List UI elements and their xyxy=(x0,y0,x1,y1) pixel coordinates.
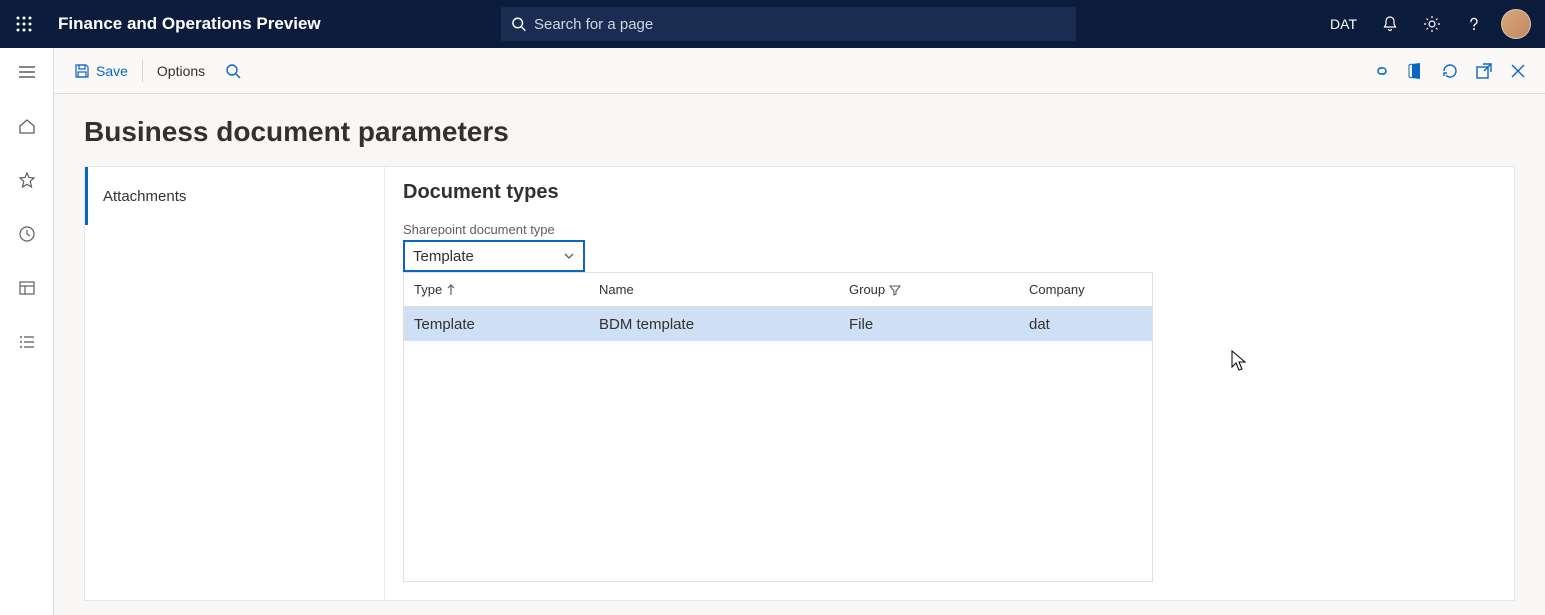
action-bar: Save Options xyxy=(54,48,1545,94)
hamburger-icon xyxy=(18,65,36,79)
home-icon xyxy=(18,117,36,135)
chevron-down-icon xyxy=(563,250,575,262)
tabs-column: Attachments xyxy=(85,167,385,600)
clock-icon xyxy=(18,225,36,243)
close-button[interactable] xyxy=(1501,55,1535,87)
close-icon xyxy=(1510,63,1526,79)
office-icon xyxy=(1408,62,1424,80)
cell-type: Template xyxy=(404,316,589,333)
rail-recents-button[interactable] xyxy=(6,218,48,250)
form-card: Attachments Document types Sharepoint do… xyxy=(84,166,1515,601)
link-icon xyxy=(1373,63,1391,79)
app-title: Finance and Operations Preview xyxy=(58,14,321,34)
filter-icon xyxy=(889,284,901,296)
gear-icon xyxy=(1423,15,1441,33)
col-header-type[interactable]: Type xyxy=(404,282,589,297)
popout-icon xyxy=(1475,62,1493,80)
rail-menu-button[interactable] xyxy=(6,56,48,88)
top-navbar: Finance and Operations Preview DAT xyxy=(0,0,1545,48)
office-button[interactable] xyxy=(1399,55,1433,87)
col-header-name[interactable]: Name xyxy=(589,282,839,297)
notifications-button[interactable] xyxy=(1369,0,1411,48)
cell-company: dat xyxy=(1019,316,1152,333)
section-title: Document types xyxy=(403,181,1496,204)
user-avatar[interactable] xyxy=(1501,9,1531,39)
global-search[interactable] xyxy=(501,7,1076,41)
attachments-tool-button[interactable] xyxy=(1365,55,1399,87)
dropdown-value: Template xyxy=(413,248,474,265)
list-icon xyxy=(18,333,36,351)
col-header-group[interactable]: Group xyxy=(839,282,1019,297)
rail-home-button[interactable] xyxy=(6,110,48,142)
refresh-button[interactable] xyxy=(1433,55,1467,87)
rail-workspaces-button[interactable] xyxy=(6,272,48,304)
question-icon xyxy=(1465,15,1483,33)
search-input[interactable] xyxy=(534,16,1066,33)
help-button[interactable] xyxy=(1453,0,1495,48)
tab-attachments[interactable]: Attachments xyxy=(85,167,384,225)
document-types-table: Type Name Group Company xyxy=(403,272,1153,582)
sort-asc-icon xyxy=(446,284,456,296)
table-empty-area xyxy=(404,341,1152,581)
settings-button[interactable] xyxy=(1411,0,1453,48)
rail-favorites-button[interactable] xyxy=(6,164,48,196)
dropdown-label: Sharepoint document type xyxy=(403,222,1496,237)
workspace-icon xyxy=(18,279,36,297)
tab-label: Attachments xyxy=(103,188,186,205)
rail-modules-button[interactable] xyxy=(6,326,48,358)
sharepoint-doctype-dropdown[interactable]: Template xyxy=(403,240,585,272)
app-launcher-icon[interactable] xyxy=(0,0,48,48)
tab-panel: Document types Sharepoint document type … xyxy=(385,167,1514,600)
save-icon xyxy=(74,63,90,79)
legal-entity-label[interactable]: DAT xyxy=(1330,16,1357,32)
search-icon xyxy=(225,63,241,79)
cell-name: BDM template xyxy=(589,316,839,333)
table-header: Type Name Group Company xyxy=(404,273,1152,307)
left-nav-rail xyxy=(0,48,54,615)
col-header-company[interactable]: Company xyxy=(1019,282,1152,297)
options-button[interactable]: Options xyxy=(147,55,215,87)
bell-icon xyxy=(1381,15,1399,33)
divider xyxy=(142,60,143,82)
page-title: Business document parameters xyxy=(84,116,1515,148)
options-label: Options xyxy=(157,63,205,79)
page-search-button[interactable] xyxy=(215,55,251,87)
save-button[interactable]: Save xyxy=(64,55,138,87)
cell-group: File xyxy=(839,316,1019,333)
table-row[interactable]: Template BDM template File dat xyxy=(404,307,1152,341)
search-icon xyxy=(511,16,526,32)
refresh-icon xyxy=(1441,62,1459,80)
star-icon xyxy=(18,171,36,189)
save-label: Save xyxy=(96,63,128,79)
popout-button[interactable] xyxy=(1467,55,1501,87)
